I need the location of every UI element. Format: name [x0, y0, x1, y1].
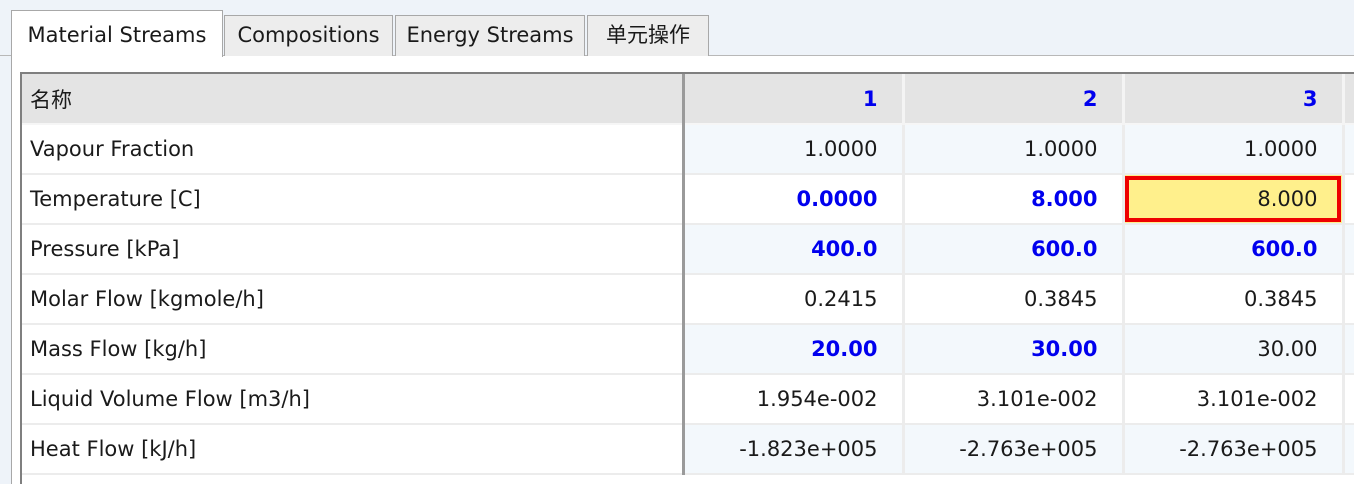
stream-column-header[interactable]: 2 [903, 74, 1125, 125]
row-label[interactable]: Molar Flow [kgmole/h] [22, 274, 685, 325]
next-column-cell[interactable] [1343, 174, 1354, 225]
cell-value[interactable]: -2.763e+005 [903, 424, 1125, 475]
next-column-cell[interactable] [1343, 274, 1354, 325]
cell-value[interactable]: 0.3845 [1123, 274, 1345, 325]
row-label[interactable]: Vapour Fraction [22, 124, 685, 175]
tab-material-streams[interactable]: Material Streams [11, 10, 223, 57]
cell-value[interactable]: 400.0 [683, 224, 905, 275]
cell-value[interactable]: -1.823e+005 [683, 424, 905, 475]
cell-value[interactable]: 3.101e-002 [1123, 374, 1345, 425]
tab-unit-operations[interactable]: 单元操作 [587, 15, 709, 56]
row-label[interactable]: Liquid Volume Flow [m3/h] [22, 374, 685, 425]
cell-value[interactable]: 0.0000 [683, 174, 905, 225]
row-label[interactable]: Heat Flow [kJ/h] [22, 424, 685, 475]
tab-energy-streams[interactable]: Energy Streams [395, 15, 585, 56]
stream-column-header[interactable]: 1 [683, 74, 905, 125]
header-row: 名称 1 2 3 [22, 74, 1354, 125]
row-label[interactable]: Temperature [C] [22, 174, 685, 225]
next-column-cell[interactable] [1343, 424, 1354, 475]
cell-value[interactable]: 0.3845 [903, 274, 1125, 325]
row-label[interactable]: Pressure [kPa] [22, 224, 685, 275]
next-column-header[interactable] [1343, 74, 1354, 125]
cell-value[interactable]: 3.101e-002 [903, 374, 1125, 425]
cell-value[interactable]: 20.00 [683, 324, 905, 375]
row-label[interactable]: Mass Flow [kg/h] [22, 324, 685, 375]
cell-value[interactable]: 600.0 [903, 224, 1125, 275]
cell-value[interactable]: 30.00 [1123, 324, 1345, 375]
table-row: Mass Flow [kg/h] 20.00 30.00 30.00 [22, 324, 1354, 375]
cell-value[interactable]: 1.0000 [903, 124, 1125, 175]
table-row: Heat Flow [kJ/h] -1.823e+005 -2.763e+005… [22, 424, 1354, 475]
cell-value[interactable]: 1.954e-002 [683, 374, 905, 425]
next-column-cell[interactable] [1343, 124, 1354, 175]
next-column-cell[interactable] [1343, 374, 1354, 425]
cell-value[interactable]: 1.0000 [683, 124, 905, 175]
stream-column-header[interactable]: 3 [1123, 74, 1345, 125]
cell-value[interactable]: 30.00 [903, 324, 1125, 375]
next-column-cell[interactable] [1343, 324, 1354, 375]
streams-grid: 名称 1 2 3 Vapour Fraction 1.0000 1.0000 1… [20, 72, 1354, 484]
tab-compositions[interactable]: Compositions [224, 15, 393, 56]
table-row: Liquid Volume Flow [m3/h] 1.954e-002 3.1… [22, 374, 1354, 425]
tab-bar: Material Streams Compositions Energy Str… [0, 0, 1354, 57]
table-row: Pressure [kPa] 400.0 600.0 600.0 [22, 224, 1354, 275]
next-column-cell[interactable] [1343, 224, 1354, 275]
streams-table: 名称 1 2 3 Vapour Fraction 1.0000 1.0000 1… [22, 74, 1354, 475]
cell-value[interactable]: 0.2415 [683, 274, 905, 325]
table-row: Molar Flow [kgmole/h] 0.2415 0.3845 0.38… [22, 274, 1354, 325]
name-column-header[interactable]: 名称 [22, 74, 685, 125]
cell-value[interactable]: 1.0000 [1123, 124, 1345, 175]
table-row: Temperature [C] 0.0000 8.000 8.000 [22, 174, 1354, 225]
selected-cell-value[interactable]: 8.000 [1123, 174, 1345, 225]
table-row: Vapour Fraction 1.0000 1.0000 1.0000 [22, 124, 1354, 175]
cell-value[interactable]: -2.763e+005 [1123, 424, 1345, 475]
cell-value[interactable]: 8.000 [903, 174, 1125, 225]
cell-value[interactable]: 600.0 [1123, 224, 1345, 275]
